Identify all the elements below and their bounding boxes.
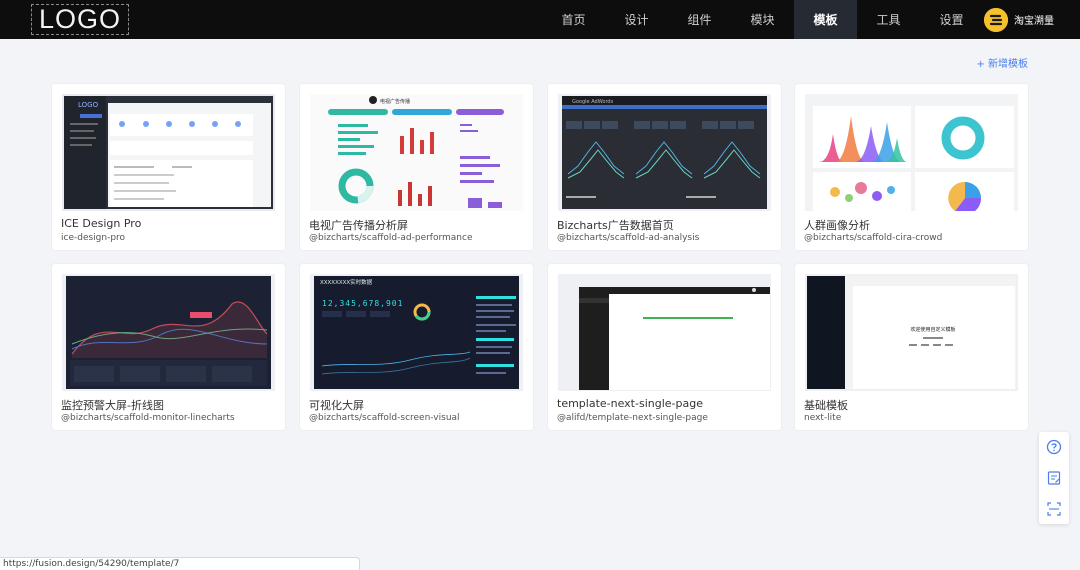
template-card-ice-design-pro[interactable]: LOGO ICE Design Pro ice-design-pro: [52, 84, 285, 250]
nav-modules[interactable]: 模块: [731, 0, 794, 39]
svg-text:LOGO: LOGO: [78, 101, 99, 109]
template-thumbnail: [558, 274, 771, 391]
template-package: @bizcharts/scaffold-screen-visual: [309, 413, 460, 423]
main-nav: 首页 设计 组件 模块 模板 工具 设置: [542, 0, 983, 39]
thumb-text: Google AdWords: [572, 99, 614, 105]
template-thumbnail: Google AdWords: [558, 94, 771, 211]
template-title: template-next-single-page: [557, 397, 703, 410]
template-thumbnail: XXXXXXXX实时数据 12,345,678,901: [310, 274, 523, 391]
nav-templates[interactable]: 模板: [794, 0, 857, 39]
nav-design[interactable]: 设计: [605, 0, 668, 39]
template-card-ad-performance[interactable]: 电视广告传播 电视广告传播分析屏 @bizcharts/scaffold-ad-…: [300, 84, 533, 250]
template-card-next-lite[interactable]: 欢迎使用自定义模板 基础模板 next-lite: [795, 264, 1028, 430]
template-package: @bizcharts/scaffold-ad-performance: [309, 233, 473, 243]
thumb-text: 电视广告传播: [380, 98, 410, 105]
logo[interactable]: LOGO: [31, 4, 129, 35]
user-menu[interactable]: 淘宝溯量: [984, 7, 1054, 32]
template-thumbnail: 欢迎使用自定义模板: [805, 274, 1018, 391]
template-card-screen-visual[interactable]: XXXXXXXX实时数据 12,345,678,901 可视化大屏 @bizch…: [300, 264, 533, 430]
floating-toolbar: [1039, 432, 1069, 524]
template-title: 人群画像分析: [804, 219, 870, 232]
nav-home[interactable]: 首页: [542, 0, 605, 39]
template-thumbnail: [62, 274, 275, 391]
template-title: 监控预警大屏-折线图: [61, 399, 164, 412]
thumb-text: 欢迎使用自定义模板: [910, 326, 955, 333]
status-bar-url: https://fusion.design/54290/template/7: [0, 557, 360, 570]
thumb-text: XXXXXXXX实时数据: [320, 278, 373, 286]
template-card-cira-crowd[interactable]: 人群画像分析 @bizcharts/scaffold-cira-crowd: [795, 84, 1028, 250]
thumb-number: 12,345,678,901: [322, 299, 403, 308]
template-package: ice-design-pro: [61, 233, 126, 243]
template-thumbnail: LOGO: [62, 94, 275, 211]
add-template-link[interactable]: + 新增模板: [976, 55, 1028, 70]
template-package: @alifd/template-next-single-page: [557, 413, 708, 423]
feedback-icon[interactable]: [1044, 468, 1064, 488]
template-card-monitor-linecharts[interactable]: 监控预警大屏-折线图 @bizcharts/scaffold-monitor-l…: [52, 264, 285, 430]
template-package: @bizcharts/scaffold-ad-analysis: [557, 233, 700, 243]
template-card-next-single-page[interactable]: template-next-single-page @alifd/templat…: [548, 264, 781, 430]
template-package: @bizcharts/scaffold-monitor-linecharts: [61, 413, 235, 423]
template-thumbnail: [805, 94, 1018, 211]
top-navbar: LOGO 首页 设计 组件 模块 模板 工具 设置 淘宝溯量: [0, 0, 1080, 39]
template-package: @bizcharts/scaffold-cira-crowd: [804, 233, 943, 243]
brand-avatar-icon: [984, 7, 1008, 32]
nav-settings[interactable]: 设置: [920, 0, 983, 39]
scan-icon[interactable]: [1044, 499, 1064, 519]
template-title: 基础模板: [804, 399, 848, 412]
template-title: Bizcharts广告数据首页: [557, 219, 674, 232]
help-icon[interactable]: [1044, 437, 1064, 457]
template-card-ad-analysis[interactable]: Google AdWords Bizcharts广告数据首页 @bizchart…: [548, 84, 781, 250]
template-title: 可视化大屏: [309, 399, 364, 412]
template-thumbnail: 电视广告传播: [310, 94, 523, 211]
template-title: 电视广告传播分析屏: [309, 219, 408, 232]
nav-components[interactable]: 组件: [668, 0, 731, 39]
template-package: next-lite: [804, 413, 842, 423]
template-title: ICE Design Pro: [61, 217, 142, 230]
user-name: 淘宝溯量: [1014, 16, 1054, 27]
nav-tools[interactable]: 工具: [857, 0, 920, 39]
